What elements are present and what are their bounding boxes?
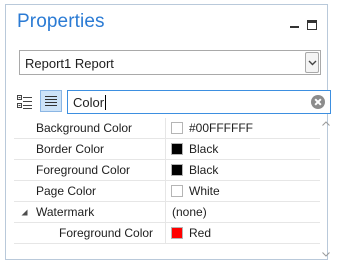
property-value: Black (189, 142, 219, 156)
property-row[interactable]: Foreground Color Red (14, 223, 320, 244)
property-name: Foreground Color (59, 226, 154, 240)
column-divider (165, 160, 166, 181)
column-divider (165, 118, 166, 139)
property-value-cell[interactable]: Black (171, 142, 218, 156)
text-caret (105, 95, 107, 110)
title-controls (289, 19, 317, 30)
property-row[interactable]: Background Color #00FFFFFF (14, 118, 320, 139)
report-selector-value: Report1 Report (25, 56, 114, 71)
alphabetical-view-button[interactable] (40, 90, 62, 112)
property-name: Background Color (36, 121, 133, 135)
minimize-icon[interactable] (289, 19, 300, 30)
categorized-view-icon[interactable] (17, 94, 33, 110)
property-value-cell[interactable]: (none) (172, 205, 207, 219)
property-row[interactable]: Foreground Color Black (14, 160, 320, 181)
property-grid: Background Color #00FFFFFF Border Color Bla… (14, 118, 320, 260)
property-name: Watermark (36, 205, 95, 219)
report-selector[interactable]: Report1 Report (19, 50, 321, 75)
color-swatch (171, 185, 183, 197)
column-divider (165, 223, 166, 244)
chevron-down-icon (308, 60, 317, 66)
column-divider (165, 202, 166, 223)
clear-search-icon[interactable] (311, 95, 325, 109)
property-name: Border Color (36, 142, 105, 156)
vertical-scrollbar[interactable] (321, 118, 331, 260)
color-swatch (171, 143, 183, 155)
property-value-cell[interactable]: Red (171, 226, 211, 240)
search-input-value: Color (73, 95, 105, 110)
maximize-icon[interactable] (307, 19, 317, 30)
color-swatch (171, 164, 183, 176)
property-value: Red (189, 226, 212, 240)
alphabetical-view-icon (45, 96, 57, 106)
property-name: Foreground Color (36, 163, 131, 177)
panel-title: Properties (17, 11, 105, 32)
property-value-cell[interactable]: White (171, 184, 220, 198)
properties-panel: Properties Report1 Report Color Backgrou… (5, 4, 331, 260)
property-value-cell[interactable]: #00FFFFFF (171, 121, 253, 135)
dropdown-button[interactable] (305, 52, 319, 73)
search-input[interactable]: Color (67, 90, 331, 114)
property-name: Page Color (36, 184, 97, 198)
scroll-up-icon[interactable] (322, 121, 330, 126)
color-swatch (171, 122, 183, 134)
property-row[interactable]: Page Color White (14, 181, 320, 202)
property-value-cell[interactable]: Black (171, 163, 218, 177)
property-value: White (189, 184, 220, 198)
property-value: #00FFFFFF (189, 121, 254, 135)
property-row[interactable]: Border Color Black (14, 139, 320, 160)
property-row[interactable]: Watermark (none) (14, 202, 320, 223)
expand-collapse-icon[interactable] (21, 209, 28, 216)
scroll-down-icon[interactable] (322, 252, 330, 257)
property-value: Black (189, 163, 219, 177)
column-divider (165, 139, 166, 160)
property-value: (none) (172, 205, 207, 219)
column-divider (165, 181, 166, 202)
color-swatch (171, 227, 183, 239)
